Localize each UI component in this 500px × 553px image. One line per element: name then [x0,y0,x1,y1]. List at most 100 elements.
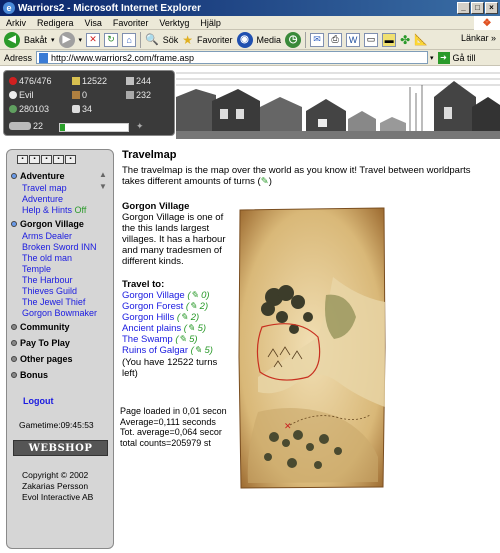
minimize-button[interactable]: _ [457,2,470,14]
gold-icon [72,77,80,85]
turns-remaining: (You have 12522 turns left) [122,357,218,379]
link-harbour[interactable]: The Harbour [22,275,73,285]
link-travel-map[interactable]: Travel map [22,183,67,193]
windows-logo-icon: ❖ [474,16,500,30]
media-button[interactable]: Media [257,35,282,45]
load-info-line: Page loaded in 0,01 secon [120,406,227,416]
destination-link[interactable]: The Swamp [122,334,173,345]
link-help-hints-row[interactable]: Help & Hints Off [22,205,86,215]
forward-dropdown-icon[interactable]: ▾ [79,36,83,44]
ie-icon: e [3,2,15,14]
menu-bonus[interactable]: Bonus [11,370,48,380]
location-description: Gorgon Village is one of the this lands … [122,212,226,267]
close-button[interactable]: × [485,2,498,14]
stop-icon[interactable]: ✕ [86,32,101,47]
shield-icon [126,91,134,99]
menu-community-label: Community [20,322,70,332]
back-arrow-icon[interactable]: ◀ [4,31,20,48]
link-thieves-guild[interactable]: Thieves Guild [22,286,77,296]
maximize-button[interactable]: □ [471,2,484,14]
destination-link[interactable]: Gorgon Village [122,290,185,301]
refresh-icon[interactable]: ↻ [104,32,119,47]
history-icon[interactable]: ◷ [285,31,302,48]
print-icon[interactable]: ⎙ [328,32,343,47]
menu-adventure[interactable]: Adventure [11,171,65,181]
logout-link[interactable]: Logout [23,396,54,406]
sidebar-tab-3[interactable]: ▪ [41,155,52,164]
links-chevron-icon[interactable]: » [491,33,496,43]
discuss-icon[interactable]: ▭ [364,32,379,47]
sidebar: ▪ ▪ ▪ ▪ ▪ Adventure ▲ ▼ Travel map Adven… [6,149,114,549]
folder-icon[interactable]: ▬ [382,32,397,47]
scroll-down-icon[interactable]: ▼ [99,182,107,191]
back-dropdown-icon[interactable]: ▾ [51,36,55,44]
menu-hjalp[interactable]: Hjälp [200,18,221,28]
stats-panel: 476/476 12522 244 Evil 0 232 280103 34 2… [3,70,175,136]
menu-community[interactable]: Community [11,322,70,332]
stat3-value: 232 [136,90,152,100]
destination-link[interactable]: Ancient plains [122,323,181,334]
sidebar-tab-5[interactable]: ▪ [65,155,76,164]
help-off-status: Off [74,205,87,215]
menu-pay-to-play[interactable]: Pay To Play [11,338,70,348]
link-old-man[interactable]: The old man [22,253,72,263]
sidebar-tab-2[interactable]: ▪ [29,155,40,164]
go-button[interactable]: Gå till [453,53,476,63]
link-broken-sword-inn[interactable]: Broken Sword INN [22,242,97,252]
travel-map[interactable]: ✕ [238,207,386,489]
home-icon[interactable]: ⌂ [122,32,137,47]
forward-arrow-icon[interactable]: ▶ [58,31,75,48]
destination-item: Ruins of Galgar (✎ 5) [122,345,213,356]
menu-visa[interactable]: Visa [85,18,102,28]
destination-turns: 0 [201,290,207,301]
menu-gorgon-village[interactable]: Gorgon Village [11,219,84,229]
load-info-line: Average=0,111 seconds [120,416,216,427]
search-icon[interactable]: 🔍 [145,33,159,46]
links-label[interactable]: Länkar [461,33,489,43]
link-jewel-thief[interactable]: The Jewel Thief [22,297,85,307]
menu-pay-to-play-label: Pay To Play [20,338,70,348]
link-temple[interactable]: Temple [22,264,51,274]
menu-verktyg[interactable]: Verktyg [159,18,189,28]
link-arms-dealer[interactable]: Arms Dealer [22,231,72,241]
edit-word-icon[interactable]: W [346,32,361,47]
link-adventure[interactable]: Adventure [22,194,63,204]
destination-link[interactable]: Gorgon Forest [122,301,183,312]
bullet-icon [11,356,17,362]
turns-icon: ✎ [260,176,269,187]
webshop-button[interactable]: WEBSHOP [13,440,108,456]
bullet-icon [11,173,17,179]
intro-body: The travelmap is the map over the world … [122,165,471,187]
destination-link[interactable]: Ruins of Galgar [122,345,188,356]
favorites-star-icon[interactable]: ★ [182,33,193,47]
scroll-up-icon[interactable]: ▲ [99,170,107,179]
address-dropdown-icon[interactable]: ▾ [430,54,434,62]
favorites-button[interactable]: Favoriter [197,35,233,45]
menu-other-pages[interactable]: Other pages [11,354,73,364]
address-url[interactable]: http://www.warriors2.com/frame.asp [51,53,194,63]
menu-arkiv[interactable]: Arkiv [6,18,26,28]
link-gorgon-bowmaker[interactable]: Gorgon Bowmaker [22,308,97,318]
swords-icon [126,77,134,85]
back-button[interactable]: Bakåt [24,35,47,45]
sidebar-tab-1[interactable]: ▪ [17,155,28,164]
mail-icon[interactable]: ✉ [310,32,325,47]
destination-link[interactable]: Gorgon Hills [122,312,174,323]
clover-icon[interactable]: ✤ [400,33,410,47]
bullet-icon [11,221,17,227]
turns-icon: ✎ [190,290,199,301]
ruler-icon[interactable]: 📐 [414,33,428,46]
go-arrow-icon[interactable]: ➜ [437,51,450,64]
turns-icon: ✎ [189,301,198,312]
menu-redigera[interactable]: Redigera [37,18,74,28]
address-input[interactable]: http://www.warriors2.com/frame.asp [36,51,429,64]
sidebar-tab-4[interactable]: ▪ [53,155,64,164]
search-button[interactable]: Sök [163,35,179,45]
alignment-value: Evil [19,90,34,100]
menu-favoriter[interactable]: Favoriter [113,18,149,28]
intro-text: The travelmap is the map over the world … [122,165,471,187]
gold-value: 12522 [82,76,108,86]
link-help-hints[interactable]: Help & Hints [22,205,72,215]
media-icon[interactable]: ◉ [236,31,253,48]
moon-icon [9,91,17,99]
